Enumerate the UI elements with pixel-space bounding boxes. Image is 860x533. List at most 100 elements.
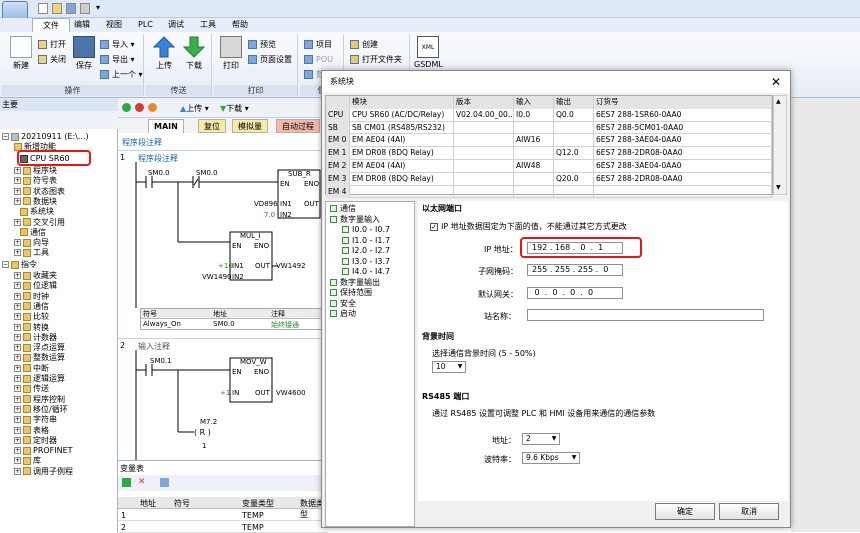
instruction-folder[interactable]: + 比较 <box>14 312 49 322</box>
open-folder-icon[interactable] <box>52 3 62 14</box>
tab-reset[interactable]: 复位 <box>198 119 226 133</box>
editor-download-button[interactable]: ▼下载 ▾ <box>220 103 249 114</box>
close-icon[interactable]: ✕ <box>768 74 784 90</box>
operand-vw4600[interactable]: VW4600 <box>276 389 306 397</box>
table-row[interactable]: EM 0 EM AE04 (4AI) AIW16 6ES7 288-3AE04-0AA… <box>326 134 772 148</box>
save-button[interactable]: 保存 <box>72 36 96 71</box>
instruction-folder[interactable]: + 库 <box>14 456 41 466</box>
config-tree-item[interactable]: I0.0 - I0.7 <box>342 225 390 236</box>
tree-item-wizard[interactable]: + 向导 <box>14 238 49 248</box>
contact-sm01[interactable]: SM0.1 <box>150 357 172 365</box>
gsdml-button[interactable]: XML GSDML <box>414 36 443 69</box>
config-tree-item[interactable]: I2.0 - I2.7 <box>342 246 390 257</box>
instruction-folder[interactable]: + 位逻辑 <box>14 281 57 291</box>
tree-item-symbol-table[interactable]: + 符号表 <box>14 176 57 186</box>
instruction-folder[interactable]: + 计数器 <box>14 333 57 343</box>
sym-address[interactable]: SM0.0 <box>213 320 235 328</box>
instruction-folder[interactable]: + 表格 <box>14 426 49 436</box>
instruction-folder[interactable]: + 中断 <box>14 364 49 374</box>
block-mul-i[interactable]: MUL_I <box>240 232 261 240</box>
instruction-folder[interactable]: + 转换 <box>14 323 49 333</box>
cancel-button[interactable]: 取消 <box>719 503 779 520</box>
config-tree-item[interactable]: I4.0 - I4.7 <box>342 267 390 278</box>
vartable-option-icon[interactable] <box>160 478 169 487</box>
tab-analog[interactable]: 模拟量 <box>232 119 268 133</box>
ip-fixed-checkbox[interactable]: ✓ IP 地址数据固定为下面的值，不能通过其它方式更改 <box>430 221 627 232</box>
block-mov-w[interactable]: MOV_W <box>240 358 267 366</box>
tree-item-system-block[interactable]: 系统块 <box>20 207 54 217</box>
instruction-folder[interactable]: + 程序控制 <box>14 395 65 405</box>
print-button[interactable]: 打印 <box>218 36 244 71</box>
gateway-input[interactable]: 0 . 0 . 0 . 0 <box>527 287 623 299</box>
export-button[interactable]: 导出 ▾ <box>100 53 135 66</box>
tab-tools[interactable]: 工具 <box>190 18 226 32</box>
config-tree-item[interactable]: 启动 <box>330 309 356 320</box>
ok-button[interactable]: 确定 <box>655 503 715 520</box>
upload-button[interactable]: 上传 <box>150 36 178 71</box>
config-tree-item[interactable]: I1.0 - I1.7 <box>342 236 390 247</box>
tab-debug[interactable]: 调试 <box>158 18 194 32</box>
editor-upload-button[interactable]: ▲上传 ▾ <box>180 103 209 114</box>
open-button[interactable]: 打开 <box>38 38 66 51</box>
station-name-input[interactable] <box>527 309 764 321</box>
table-row[interactable]: EM 2 EM AE04 (4AI) AIW48 6ES7 288-3AE04-0AA… <box>326 160 772 173</box>
instruction-folder[interactable]: + 浮点运算 <box>14 343 65 353</box>
tab-auto-process[interactable]: 自动过程 <box>276 119 320 133</box>
contact-sm00-b[interactable]: SM0.0 <box>196 169 218 177</box>
instruction-folder[interactable]: + 调用子例程 <box>14 467 73 477</box>
pou-button[interactable]: POU <box>304 53 333 66</box>
table-row[interactable]: EM 1 EM DR08 (8DQ Relay) Q12.0 6ES7 288-2DR… <box>326 147 772 160</box>
operand-7-0[interactable]: 7.0 <box>264 211 275 219</box>
tab-help[interactable]: 帮助 <box>222 18 258 32</box>
instruction-folder[interactable]: + 移位/循环 <box>14 405 68 415</box>
rs485-address-select[interactable]: 2 ▼ <box>522 433 560 445</box>
operand-plus1[interactable]: +1 <box>220 389 230 397</box>
baud-rate-select[interactable]: 9.6 Kbps ▼ <box>522 452 580 464</box>
operand-vw1490[interactable]: VW1490 <box>202 273 232 281</box>
save-icon[interactable] <box>66 3 76 14</box>
module-table-scrollbar[interactable]: ▲ ▼ <box>773 95 787 195</box>
config-tree-item[interactable]: 数字量输入 <box>330 215 380 226</box>
block-sub-r[interactable]: SUB_R <box>288 170 311 178</box>
print-icon[interactable] <box>80 3 90 14</box>
instruction-folder[interactable]: + 收藏夹 <box>14 271 57 281</box>
import-button[interactable]: 导入 ▾ <box>100 38 135 51</box>
sym-comment[interactable]: 始终接通 <box>271 320 299 330</box>
instruction-folder[interactable]: + PROFINET <box>14 446 73 456</box>
operand-vd896[interactable]: VD896 <box>254 200 278 208</box>
tree-item-program-block[interactable]: + 程序块 <box>14 166 57 176</box>
tab-main[interactable]: MAIN <box>148 119 184 133</box>
instruction-folder[interactable]: + 时钟 <box>14 292 49 302</box>
scroll-down-icon[interactable]: ▼ <box>776 184 781 191</box>
contact-sm00-a[interactable]: SM0.0 <box>148 169 170 177</box>
create-button[interactable]: 创建 <box>350 38 378 51</box>
insert-row-icon[interactable] <box>122 478 131 487</box>
config-tree-item[interactable]: 数字量输出 <box>330 278 380 289</box>
instruction-folder[interactable]: + 逻辑运算 <box>14 374 65 384</box>
operand-vw1492[interactable]: VW1492 <box>276 262 306 270</box>
delete-row-icon[interactable]: ✕ <box>138 478 147 487</box>
tree-item-communication[interactable]: 通信 <box>20 228 46 238</box>
operand-plus10[interactable]: +10 <box>218 262 233 270</box>
config-tree-item[interactable]: 通信 <box>330 204 356 215</box>
run-icon[interactable] <box>122 103 131 112</box>
instruction-folder[interactable]: + 通信 <box>14 302 49 312</box>
compile-icon[interactable] <box>148 103 157 112</box>
previous-button[interactable]: 上一个 ▾ <box>100 68 143 81</box>
instruction-folder[interactable]: + 传送 <box>14 384 49 394</box>
bg-time-select[interactable]: 10 ▼ <box>432 361 466 373</box>
table-row[interactable]: CPU CPU SR60 (AC/DC/Relay) V02.04.00_00...… <box>326 108 772 122</box>
config-tree-item[interactable]: 保持范围 <box>330 288 372 299</box>
tab-edit[interactable]: 编辑 <box>64 18 100 32</box>
new-file-icon[interactable] <box>38 3 48 14</box>
table-row[interactable]: 1 TEMP <box>118 510 328 521</box>
download-button[interactable]: 下载 <box>180 36 208 71</box>
tree-item-status-chart[interactable]: + 状态图表 <box>14 187 65 197</box>
preview-button[interactable]: 预览 <box>248 38 276 51</box>
sym-always-on[interactable]: Always_On <box>143 320 181 328</box>
reset-coil[interactable]: ( R ) <box>194 428 211 437</box>
config-tree-item[interactable]: I3.0 - I3.7 <box>342 257 390 268</box>
page-setup-button[interactable]: 页面设置 <box>248 53 292 66</box>
project-button[interactable]: 项目 <box>304 38 332 51</box>
coil-m72[interactable]: M7.2 <box>200 418 217 426</box>
